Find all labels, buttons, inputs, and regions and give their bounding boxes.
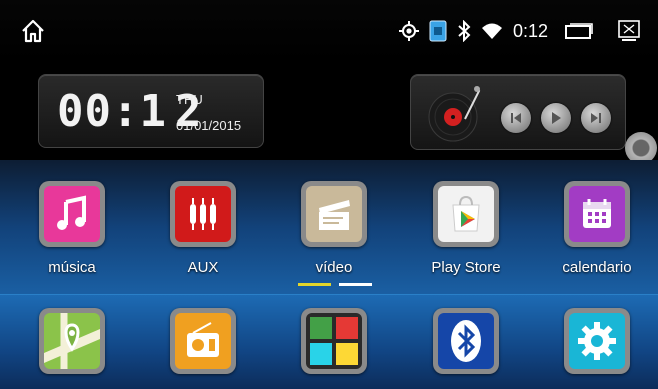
sim-icon <box>429 20 447 42</box>
radio-icon <box>175 313 231 369</box>
status-bar: 0:12 <box>0 0 658 62</box>
apps-grid-icon <box>306 313 362 369</box>
status-time: 0:12 <box>512 20 548 41</box>
app-icon-frame <box>301 308 367 374</box>
video-icon <box>306 186 362 242</box>
app-label: calendario <box>562 259 632 276</box>
app-aux[interactable]: AUX <box>158 181 248 276</box>
recent-apps-icon[interactable] <box>564 22 594 40</box>
music-icon <box>44 186 100 242</box>
wifi-icon <box>481 22 503 40</box>
next-button[interactable] <box>581 103 611 133</box>
app-label: Play Store <box>431 259 501 276</box>
clock-date: 01/01/2015 <box>176 118 242 133</box>
aux-icon <box>175 186 231 242</box>
app-icon-frame <box>564 308 630 374</box>
app-icon-frame <box>301 181 367 247</box>
app-icon-frame <box>170 308 236 374</box>
page-dot <box>339 283 372 286</box>
app-label: vídeo <box>315 259 353 276</box>
app-musica[interactable]: música <box>27 181 117 276</box>
app-icon-frame <box>39 308 105 374</box>
app-video[interactable]: vídeo <box>289 181 379 276</box>
screenshot-icon[interactable] <box>618 20 640 42</box>
previous-button[interactable] <box>501 103 531 133</box>
app-calendario[interactable]: calendario <box>552 181 642 276</box>
page-dot-active <box>298 283 331 286</box>
app-all-apps[interactable] <box>289 308 379 374</box>
next-icon <box>591 113 601 123</box>
app-play-store[interactable]: Play Store <box>421 181 511 276</box>
app-maps[interactable] <box>27 308 117 374</box>
play-store-icon <box>438 186 494 242</box>
play-icon <box>552 112 561 124</box>
app-icon-frame <box>564 181 630 247</box>
home-icon[interactable] <box>20 18 46 44</box>
vinyl-record-icon <box>423 83 489 145</box>
bluetooth-app-icon <box>438 313 494 369</box>
app-icon-frame <box>433 308 499 374</box>
clock-day: THU <box>176 92 203 107</box>
clock-widget[interactable]: 00:1 2 THU 01/01/2015 <box>38 74 264 148</box>
maps-icon <box>44 313 100 369</box>
page-indicator <box>298 283 372 286</box>
app-icon-frame <box>433 181 499 247</box>
app-icon-frame <box>39 181 105 247</box>
previous-icon <box>511 113 521 123</box>
app-icon-frame <box>170 181 236 247</box>
app-settings[interactable] <box>552 308 642 374</box>
app-label: música <box>48 259 96 276</box>
play-button[interactable] <box>541 103 571 133</box>
app-radio[interactable] <box>158 308 248 374</box>
settings-icon <box>569 313 625 369</box>
calendar-icon <box>569 186 625 242</box>
media-widget[interactable] <box>410 74 626 150</box>
bluetooth-icon <box>457 20 471 42</box>
app-label: AUX <box>187 259 219 276</box>
gps-icon <box>398 21 419 41</box>
app-bluetooth[interactable] <box>421 308 511 374</box>
